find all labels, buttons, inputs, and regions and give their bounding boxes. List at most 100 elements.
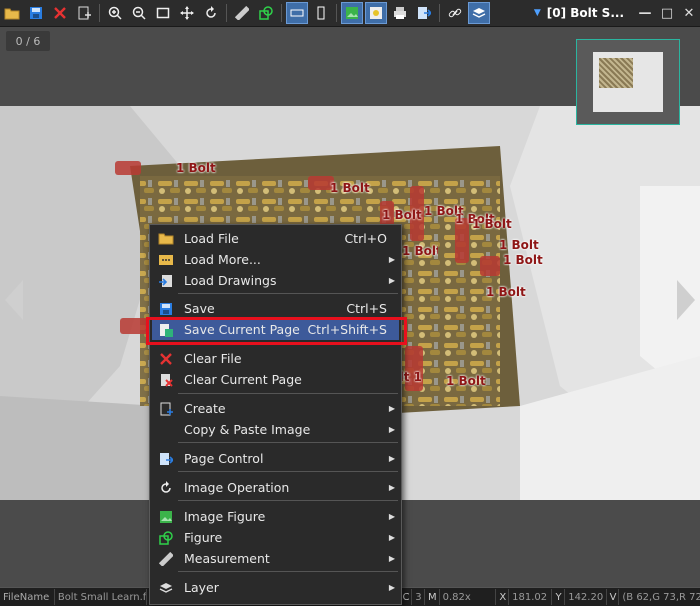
toolbar-divider bbox=[281, 4, 282, 22]
status-filename-label: FileName bbox=[0, 589, 55, 605]
image-view-icon[interactable] bbox=[341, 2, 363, 24]
menu-divider bbox=[178, 442, 398, 443]
zoom-out-icon[interactable] bbox=[128, 2, 150, 24]
menu-item-shortcut: Ctrl+S bbox=[346, 301, 387, 316]
menu-item-page-control[interactable]: Page Control ▶ bbox=[152, 448, 399, 469]
bolt-annotation-label[interactable]: 1 Bolt bbox=[499, 238, 539, 252]
status-filename-value: Bolt Small Learn.f bbox=[55, 589, 147, 605]
context-menu: Load File Ctrl+O Load More... ▶ Load Dra… bbox=[149, 224, 402, 605]
bolt-annotation-label[interactable]: 1 Bolt bbox=[402, 244, 438, 258]
menu-item-label: Image Operation bbox=[184, 480, 290, 495]
pan-icon[interactable] bbox=[176, 2, 198, 24]
menu-item-image-operation[interactable]: Image Operation ▶ bbox=[152, 477, 399, 498]
toolbar-divider bbox=[439, 4, 440, 22]
vertical-layout-icon[interactable] bbox=[310, 2, 332, 24]
window-title[interactable]: ▼ [0] Bolt S... — □ ✕ bbox=[534, 0, 700, 26]
bolt-annotation-label[interactable]: 1 Bolt bbox=[330, 181, 370, 195]
menu-divider bbox=[178, 393, 398, 394]
menu-item-label: Copy & Paste Image bbox=[184, 422, 311, 437]
menu-item-copy-paste-image[interactable]: Copy & Paste Image ▶ bbox=[152, 419, 399, 440]
previous-image-arrow-icon[interactable] bbox=[5, 280, 23, 320]
save-icon[interactable] bbox=[25, 2, 47, 24]
image-figure-icon bbox=[157, 509, 175, 525]
export-icon[interactable] bbox=[413, 2, 435, 24]
bolt-annotation-label[interactable]: 1 Bolt bbox=[472, 217, 512, 231]
menu-item-label: Figure bbox=[184, 530, 223, 545]
menu-item-load-more[interactable]: Load More... ▶ bbox=[152, 249, 399, 270]
toolbar-divider bbox=[226, 4, 227, 22]
layers-icon[interactable] bbox=[468, 2, 490, 24]
layer-icon bbox=[157, 580, 175, 596]
print-icon[interactable] bbox=[389, 2, 411, 24]
toolbar-divider bbox=[336, 4, 337, 22]
open-folder-icon[interactable] bbox=[1, 2, 23, 24]
fit-view-icon[interactable] bbox=[152, 2, 174, 24]
bolt-annotation-label[interactable]: 1 Bolt bbox=[382, 208, 422, 222]
submenu-arrow-icon: ▶ bbox=[388, 554, 395, 563]
maximize-button[interactable]: □ bbox=[656, 6, 678, 21]
bolt-annotation-label[interactable]: 1 Bolt bbox=[402, 370, 422, 384]
figure-icon bbox=[157, 530, 175, 546]
measurement-icon bbox=[157, 551, 175, 567]
ruler-icon[interactable] bbox=[231, 2, 253, 24]
menu-item-label: Measurement bbox=[184, 551, 270, 566]
status-pixel-value: (B 62,G 73,R 72) bbox=[622, 591, 700, 603]
clear-page-icon bbox=[157, 372, 175, 388]
menu-divider bbox=[178, 293, 398, 294]
status-y-value: 142.20 bbox=[565, 589, 607, 605]
horizontal-layout-icon[interactable] bbox=[286, 2, 308, 24]
minimize-button[interactable]: — bbox=[634, 6, 656, 21]
menu-item-label: Clear Current Page bbox=[184, 372, 302, 387]
status-c-value: 3 bbox=[412, 589, 425, 605]
menu-item-clear-file[interactable]: Clear File bbox=[152, 348, 399, 369]
toolbar: ▼ [0] Bolt S... — □ ✕ bbox=[0, 0, 700, 27]
submenu-arrow-icon: ▶ bbox=[388, 512, 395, 521]
menu-item-label: Page Control bbox=[184, 451, 264, 466]
menu-item-figure[interactable]: Figure ▶ bbox=[152, 527, 399, 548]
status-x-value: 181.02 bbox=[509, 589, 553, 605]
image-operation-icon bbox=[157, 480, 175, 496]
close-button[interactable]: ✕ bbox=[678, 6, 700, 21]
menu-divider bbox=[178, 571, 398, 572]
menu-item-layer[interactable]: Layer ▶ bbox=[152, 577, 399, 598]
zoom-in-icon[interactable] bbox=[104, 2, 126, 24]
close-file-icon[interactable] bbox=[49, 2, 71, 24]
next-image-arrow-icon[interactable] bbox=[677, 280, 695, 320]
figure-icon[interactable] bbox=[255, 2, 277, 24]
status-m-label: M bbox=[425, 589, 440, 605]
menu-item-create[interactable]: Create ▶ bbox=[152, 398, 399, 419]
bolt-annotation-label[interactable]: 1 Bolt bbox=[486, 285, 526, 299]
link-icon[interactable] bbox=[444, 2, 466, 24]
menu-item-clear-current-page[interactable]: Clear Current Page bbox=[152, 369, 399, 390]
status-zoom-value: 0.82x bbox=[440, 589, 497, 605]
menu-item-label: Load Drawings bbox=[184, 273, 277, 288]
page-counter: 0 / 6 bbox=[6, 31, 50, 51]
minimap[interactable] bbox=[576, 39, 680, 125]
menu-divider bbox=[178, 471, 398, 472]
menu-item-image-figure[interactable]: Image Figure ▶ bbox=[152, 506, 399, 527]
menu-item-label: Save bbox=[184, 301, 215, 316]
window-dropdown-icon[interactable]: ▼ bbox=[534, 8, 541, 18]
load-drawings-icon bbox=[157, 273, 175, 289]
submenu-arrow-icon: ▶ bbox=[388, 483, 395, 492]
minimap-thumbnail bbox=[599, 58, 633, 88]
rotate-icon[interactable] bbox=[200, 2, 222, 24]
window-title-text: [0] Bolt S... bbox=[546, 6, 624, 20]
save-icon bbox=[157, 301, 175, 317]
bolt-annotation-label[interactable]: 1 Bolt bbox=[176, 161, 216, 175]
menu-item-save[interactable]: Save Ctrl+S bbox=[152, 298, 399, 319]
menu-item-measurement[interactable]: Measurement ▶ bbox=[152, 548, 399, 569]
menu-divider bbox=[178, 500, 398, 501]
menu-item-label: Create bbox=[184, 401, 226, 416]
add-page-icon[interactable] bbox=[73, 2, 95, 24]
menu-item-load-drawings[interactable]: Load Drawings ▶ bbox=[152, 270, 399, 291]
submenu-arrow-icon: ▶ bbox=[388, 533, 395, 542]
menu-item-shortcut: Ctrl+O bbox=[344, 231, 387, 246]
submenu-arrow-icon: ▶ bbox=[388, 454, 395, 463]
create-icon bbox=[157, 401, 175, 417]
bolt-annotation-label[interactable]: 1 Bolt bbox=[503, 253, 543, 267]
clear-file-icon bbox=[157, 351, 175, 367]
annotation-view-icon[interactable] bbox=[365, 2, 387, 24]
bolt-annotation-label[interactable]: 1 Bolt bbox=[446, 374, 486, 388]
menu-item-load-file[interactable]: Load File Ctrl+O bbox=[152, 228, 399, 249]
